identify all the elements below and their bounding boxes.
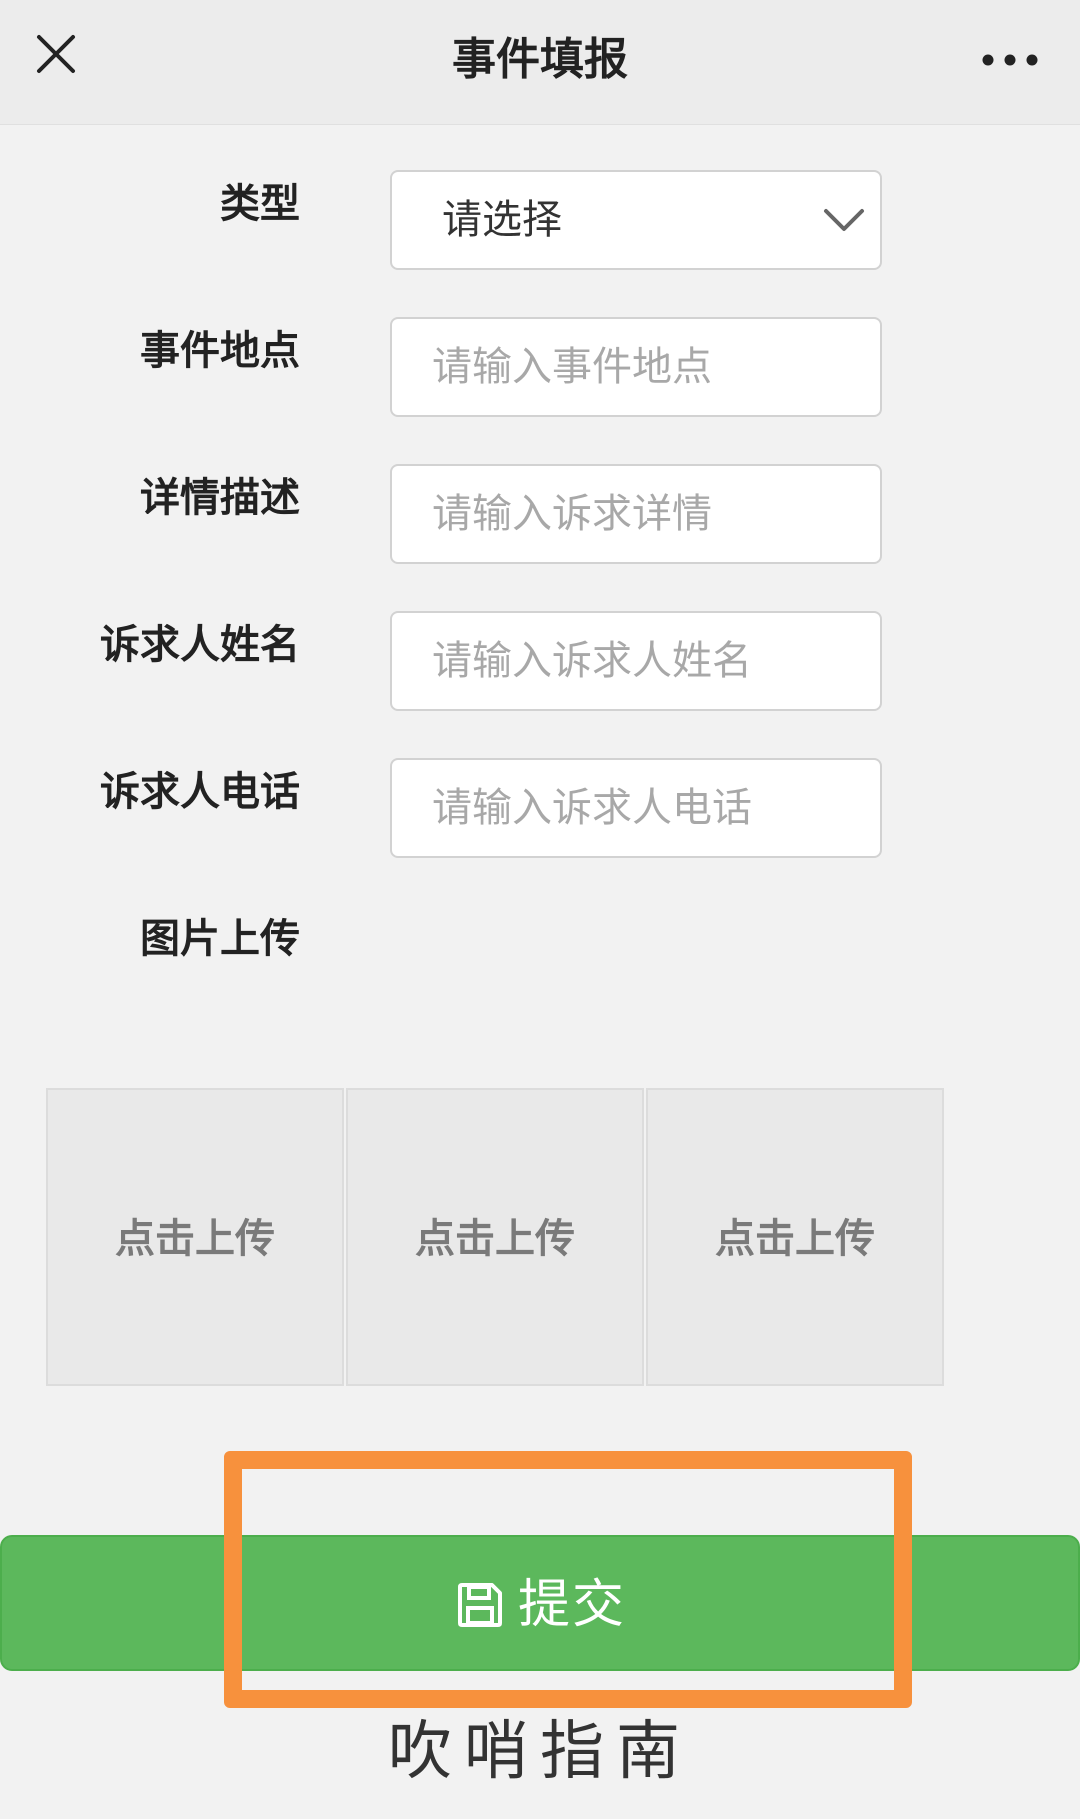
- phone-field: [390, 758, 882, 858]
- description-label: 详情描述: [140, 475, 300, 521]
- location-field: [390, 317, 882, 417]
- upload-slot[interactable]: 点击上传: [46, 1088, 344, 1386]
- location-label: 事件地点: [140, 328, 300, 374]
- description-input[interactable]: [392, 466, 880, 562]
- upload-slot-label: 点击上传: [115, 1216, 275, 1262]
- name-label: 诉求人姓名: [100, 622, 300, 668]
- form-row-description: 详情描述: [0, 464, 1080, 568]
- name-field: [390, 611, 882, 711]
- upload-slot-label: 点击上传: [415, 1216, 575, 1262]
- type-select[interactable]: 请选择: [390, 170, 882, 270]
- location-input[interactable]: [392, 319, 880, 415]
- form-row-location: 事件地点: [0, 317, 1080, 421]
- form-row-images: 图片上传: [0, 905, 1080, 1009]
- submit-button-label: 提交: [518, 1575, 627, 1635]
- upload-slot[interactable]: 点击上传: [646, 1088, 944, 1386]
- form-row-phone: 诉求人电话: [0, 758, 1080, 862]
- image-upload-label: 图片上传: [140, 916, 300, 962]
- type-select-value: 请选择: [442, 197, 562, 243]
- more-dots-icon[interactable]: [978, 40, 1042, 80]
- form-row-type: 类型 请选择: [0, 170, 1080, 274]
- type-label: 类型: [220, 181, 300, 227]
- chevron-down-icon: [822, 202, 866, 238]
- image-upload-grid: 点击上传 点击上传 点击上传: [46, 1088, 946, 1386]
- page-title: 事件填报: [452, 34, 628, 85]
- upload-slot-label: 点击上传: [715, 1216, 875, 1262]
- name-input[interactable]: [392, 613, 880, 709]
- form-row-name: 诉求人姓名: [0, 611, 1080, 715]
- footer-title: 吹哨指南: [388, 1715, 692, 1789]
- upload-slot[interactable]: 点击上传: [346, 1088, 644, 1386]
- save-icon: [456, 1581, 504, 1629]
- top-bar: 事件填报: [0, 0, 1080, 125]
- submit-button[interactable]: 提交: [0, 1535, 1080, 1671]
- phone-input[interactable]: [392, 760, 880, 856]
- description-field: [390, 464, 882, 564]
- phone-label: 诉求人电话: [100, 769, 300, 815]
